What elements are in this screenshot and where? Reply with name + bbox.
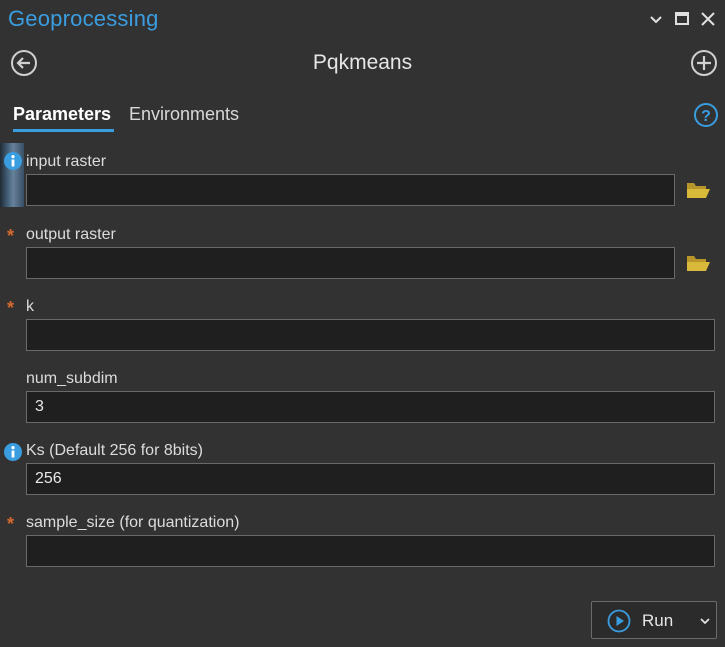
folder-icon[interactable] (684, 178, 712, 202)
pane-titlebar: Geoprocessing (0, 0, 725, 40)
param-label-num-subdim: num_subdim (26, 370, 118, 387)
param-label-input-raster: input raster (26, 153, 107, 170)
plus-circle-icon[interactable] (690, 49, 718, 77)
input-raster-field[interactable] (26, 174, 675, 206)
svg-text:?: ? (701, 108, 711, 125)
geoprocessing-pane: Geoprocessing Pqkmeans Parameters Enviro… (0, 0, 725, 647)
param-label-k: k (26, 298, 34, 315)
param-label-output-raster: output raster (26, 226, 116, 243)
ks-field[interactable] (26, 463, 715, 495)
param-label-ks: Ks (Default 256 for 8bits) (26, 442, 203, 459)
run-button-label: Run (642, 611, 674, 630)
help-icon[interactable]: ? (693, 102, 719, 128)
info-icon[interactable] (3, 442, 23, 462)
folder-icon[interactable] (684, 251, 712, 275)
required-marker: * (7, 226, 15, 246)
k-field[interactable] (26, 319, 715, 351)
required-marker: * (7, 514, 15, 534)
tool-name: Pqkmeans (312, 51, 413, 74)
play-icon (607, 609, 631, 633)
chevron-down-icon[interactable] (698, 614, 712, 628)
param-label-sample-size: sample_size (for quantization) (26, 514, 240, 531)
pane-title: Geoprocessing (8, 6, 159, 31)
info-icon[interactable] (3, 151, 23, 171)
num-subdim-field[interactable] (26, 391, 715, 423)
chevron-down-icon[interactable] (645, 8, 667, 30)
tab-parameters[interactable]: Parameters (13, 104, 111, 129)
sample-size-field[interactable] (26, 535, 715, 567)
output-raster-field[interactable] (26, 247, 675, 279)
maximize-icon[interactable] (671, 8, 693, 30)
tab-environments[interactable]: Environments (129, 104, 239, 129)
close-icon[interactable] (697, 8, 719, 30)
required-marker: * (7, 298, 15, 318)
active-tab-indicator (13, 129, 114, 132)
run-button[interactable]: Run (591, 601, 717, 639)
